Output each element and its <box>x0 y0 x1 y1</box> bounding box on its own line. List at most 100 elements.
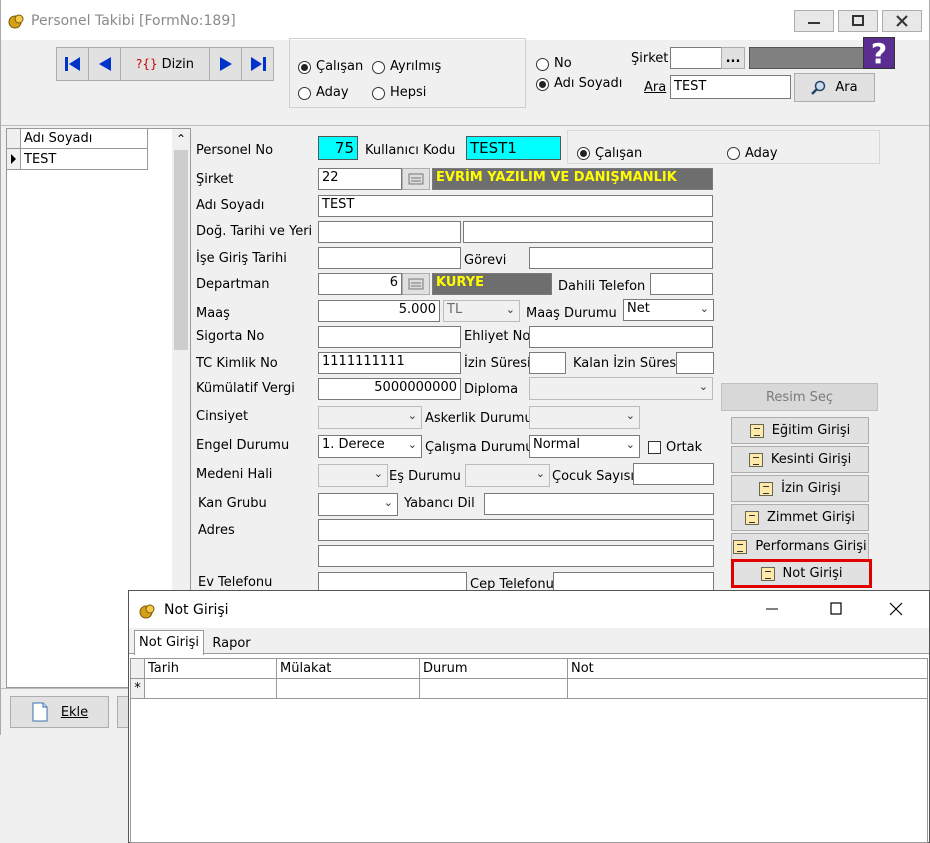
tc-field[interactable]: 1111111111 <box>318 352 461 374</box>
status-calisan-radio[interactable] <box>577 147 590 160</box>
sirket-lookup-button[interactable] <box>402 168 430 190</box>
gorevi-field[interactable] <box>529 247 713 269</box>
ortak-label: Ortak <box>666 440 703 455</box>
grid-column-not[interactable]: Not <box>568 659 927 679</box>
not-girisi-button[interactable]: Not Girişi <box>731 559 872 588</box>
last-record-button[interactable] <box>241 47 274 81</box>
help-icon[interactable]: ? <box>863 37 895 70</box>
grid-new-row-not[interactable] <box>568 679 927 699</box>
new-document-icon <box>32 702 48 722</box>
search-no-radio[interactable] <box>536 58 549 71</box>
personel-no-label: Personel No <box>196 143 274 158</box>
search-ara-button-label: Ara <box>835 80 858 95</box>
first-record-button[interactable] <box>56 47 89 81</box>
dizin-icon: ?{} <box>136 57 158 71</box>
dogum-yeri-field[interactable] <box>463 221 713 243</box>
ekle-button[interactable]: Ekle <box>10 696 109 728</box>
adres-line1-field[interactable] <box>318 519 714 541</box>
minimize-button[interactable] <box>794 10 834 32</box>
dialog-maximize-button[interactable] <box>826 599 856 621</box>
status-aday-radio[interactable] <box>727 147 740 160</box>
kullanici-kodu-field[interactable]: TEST1 <box>466 136 561 160</box>
dialog-title: Not Girişi <box>164 602 229 618</box>
last-icon <box>250 57 266 71</box>
adi-soyadi-field[interactable]: TEST <box>318 195 713 217</box>
grid-new-row-mulakat[interactable] <box>277 679 420 699</box>
egitim-girisi-button[interactable]: Eğitim Girişi <box>731 417 869 444</box>
kumulatif-label: Kümülatif Vergi <box>196 381 295 396</box>
personel-no-field[interactable]: 75 <box>318 136 358 160</box>
dogum-tarihi-field[interactable] <box>318 221 461 243</box>
filter-aday-label: Aday <box>316 85 349 100</box>
filter-aday-radio[interactable] <box>298 87 311 100</box>
grid-new-row-tarih[interactable] <box>145 679 277 699</box>
cinsiyet-select[interactable]: ⌄ <box>318 406 422 429</box>
next-record-button[interactable] <box>209 47 242 81</box>
grid-new-row-durum[interactable] <box>420 679 568 699</box>
kan-select[interactable]: ⌄ <box>318 493 398 516</box>
search-sirket-input[interactable] <box>670 47 722 69</box>
askerlik-select[interactable]: ⌄ <box>529 406 640 429</box>
kesinti-girisi-button[interactable]: Kesinti Girişi <box>731 446 869 473</box>
cocuk-field[interactable] <box>633 463 714 485</box>
grid-column-mulakat[interactable]: Mülakat <box>277 659 420 679</box>
maas-currency-select[interactable]: TL ⌄ <box>443 300 520 322</box>
izin-girisi-button[interactable]: İzin Girişi <box>731 475 869 502</box>
ise-giris-field[interactable] <box>318 247 461 269</box>
adres-line2-field[interactable] <box>318 545 714 567</box>
search-adi-soyadi-radio[interactable] <box>536 78 549 91</box>
scroll-up-icon[interactable]: ⌃ <box>172 130 190 148</box>
prev-record-button[interactable] <box>88 47 121 81</box>
chevron-down-icon: ⌄ <box>407 409 417 422</box>
departman-code-field[interactable]: 6 <box>318 273 402 295</box>
es-durumu-select[interactable]: ⌄ <box>465 464 550 487</box>
maximize-button[interactable] <box>838 10 878 32</box>
diploma-select[interactable]: ⌄ <box>529 377 713 400</box>
dahili-telefon-field[interactable] <box>650 273 713 295</box>
performans-girisi-label: Performans Girişi <box>755 539 867 554</box>
resim-sec-button[interactable]: Resim Seç <box>721 383 878 411</box>
performans-girisi-button[interactable]: Performans Girişi <box>731 533 869 560</box>
tab-rapor[interactable]: Rapor <box>209 634 254 654</box>
scroll-thumb[interactable] <box>174 150 188 350</box>
dizin-button[interactable]: ?{} Dizin <box>120 47 210 81</box>
search-ara-input[interactable]: TEST <box>670 75 791 99</box>
ortak-checkbox[interactable] <box>648 441 661 454</box>
sirket-label: Şirket <box>196 172 234 187</box>
dialog-close-button[interactable] <box>886 599 916 621</box>
departman-lookup-button[interactable] <box>402 273 430 295</box>
filter-ayrilmis-radio[interactable] <box>372 61 385 74</box>
kumulatif-field[interactable]: 5000000000 <box>318 378 461 400</box>
search-sirket-lookup-button[interactable]: ... <box>721 47 745 69</box>
tab-not-girisi[interactable]: Not Girişi <box>134 630 204 655</box>
chevron-down-icon: ⌄ <box>698 380 708 393</box>
zimmet-girisi-button[interactable]: Zimmet Girişi <box>731 504 869 531</box>
close-button[interactable] <box>882 10 922 32</box>
grid-column-tarih[interactable]: Tarih <box>145 659 277 679</box>
ev-telefonu-label: Ev Telefonu <box>198 575 273 590</box>
filter-calisan-radio[interactable] <box>298 61 311 74</box>
sigorta-field[interactable] <box>318 326 461 348</box>
list-column-header[interactable]: Adı Soyadı <box>21 129 148 149</box>
gorevi-label: Görevi <box>464 253 507 268</box>
list-item[interactable]: TEST <box>21 149 148 170</box>
maximize-icon <box>830 602 842 615</box>
sirket-code-field[interactable]: 22 <box>318 168 402 190</box>
search-ara-button[interactable]: Ara <box>794 73 875 102</box>
filter-hepsi-radio[interactable] <box>372 87 385 100</box>
maas-field[interactable]: 5.000 <box>318 300 440 322</box>
kalan-izin-label: Kalan İzin Süresi <box>573 356 680 371</box>
dialog-app-icon <box>138 602 156 620</box>
yabanci-field[interactable] <box>484 493 714 515</box>
dizin-label: Dizin <box>161 56 194 72</box>
ehliyet-field[interactable] <box>529 326 713 348</box>
dialog-minimize-button[interactable] <box>762 599 792 621</box>
calisma-select[interactable]: Normal ⌄ <box>529 435 640 458</box>
medeni-select[interactable]: ⌄ <box>318 464 388 487</box>
kalan-izin-field[interactable] <box>676 352 714 374</box>
maas-durumu-select[interactable]: Net ⌄ <box>623 299 714 321</box>
grid-column-durum[interactable]: Durum <box>420 659 568 679</box>
izin-suresi-field[interactable] <box>529 352 566 374</box>
first-icon <box>64 57 80 71</box>
engel-select[interactable]: 1. Derece ⌄ <box>318 435 422 458</box>
